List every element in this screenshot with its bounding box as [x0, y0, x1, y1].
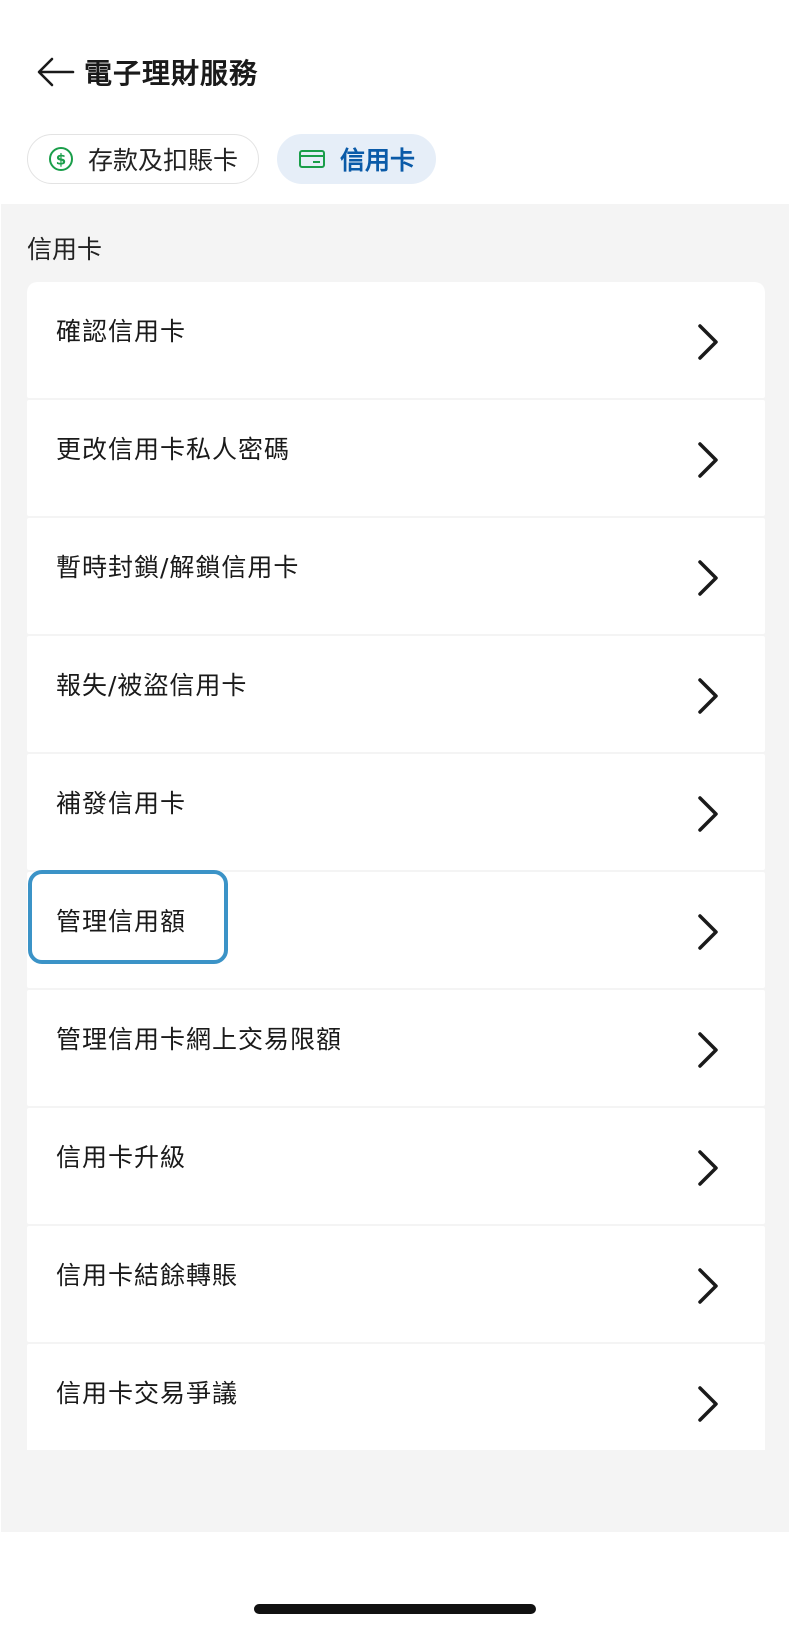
tab-label: 存款及扣賬卡	[88, 146, 239, 175]
list-item-label: 報失/被盜信用卡	[56, 671, 248, 700]
list-item[interactable]: 信用卡結餘轉賬	[27, 1226, 765, 1342]
top-bar: 電子理財服務	[0, 0, 790, 120]
list-item[interactable]: 信用卡交易爭議	[27, 1344, 765, 1450]
content-area: 信用卡 確認信用卡 更改信用卡私人密碼 暫時封鎖/解鎖信用卡 報失/被盜信用卡 …	[1, 204, 789, 1532]
chevron-right-icon	[698, 796, 718, 832]
list-item-label: 管理信用額	[56, 907, 187, 936]
chevron-right-icon	[698, 678, 718, 714]
tab-deposit-debit-card[interactable]: $ 存款及扣賬卡	[27, 134, 260, 184]
chevron-right-icon	[698, 1268, 718, 1304]
list-item-label: 補發信用卡	[56, 789, 187, 818]
back-button[interactable]	[36, 52, 76, 92]
credit-card-icon	[298, 148, 326, 170]
list-item-label: 管理信用卡網上交易限額	[56, 1025, 343, 1054]
chevron-right-icon	[698, 914, 718, 950]
chevron-right-icon	[698, 324, 718, 360]
list-item-label: 暫時封鎖/解鎖信用卡	[56, 553, 300, 582]
category-tabs: $ 存款及扣賬卡 信用卡	[27, 134, 437, 184]
list-item-label: 更改信用卡私人密碼	[56, 435, 291, 464]
page-title: 電子理財服務	[84, 57, 259, 90]
list-item[interactable]: 報失/被盜信用卡	[27, 636, 765, 752]
list-item-label: 信用卡升級	[56, 1143, 187, 1172]
list-item-label: 信用卡交易爭議	[56, 1379, 239, 1408]
svg-text:$: $	[56, 151, 66, 169]
list-item[interactable]: 補發信用卡	[27, 754, 765, 870]
list-item-manage-credit-limit[interactable]: 管理信用額	[27, 872, 765, 988]
chevron-right-icon	[698, 1032, 718, 1068]
credit-card-menu-list[interactable]: 確認信用卡 更改信用卡私人密碼 暫時封鎖/解鎖信用卡 報失/被盜信用卡 補發信用…	[27, 282, 765, 1450]
home-indicator[interactable]	[254, 1604, 536, 1614]
list-item[interactable]: 更改信用卡私人密碼	[27, 400, 765, 516]
list-item[interactable]: 暫時封鎖/解鎖信用卡	[27, 518, 765, 634]
tab-credit-card[interactable]: 信用卡	[277, 134, 437, 184]
chevron-right-icon	[698, 560, 718, 596]
list-item[interactable]: 管理信用卡網上交易限額	[27, 990, 765, 1106]
list-item-label: 信用卡結餘轉賬	[56, 1261, 239, 1290]
section-title: 信用卡	[27, 235, 103, 264]
list-item-label: 確認信用卡	[56, 317, 187, 346]
tab-label: 信用卡	[340, 146, 416, 175]
chevron-right-icon	[698, 442, 718, 478]
dollar-circle-icon: $	[48, 146, 74, 172]
chevron-right-icon	[698, 1386, 718, 1422]
arrow-left-icon	[37, 57, 75, 87]
list-item[interactable]: 信用卡升級	[27, 1108, 765, 1224]
chevron-right-icon	[698, 1150, 718, 1186]
list-item[interactable]: 確認信用卡	[27, 282, 765, 398]
